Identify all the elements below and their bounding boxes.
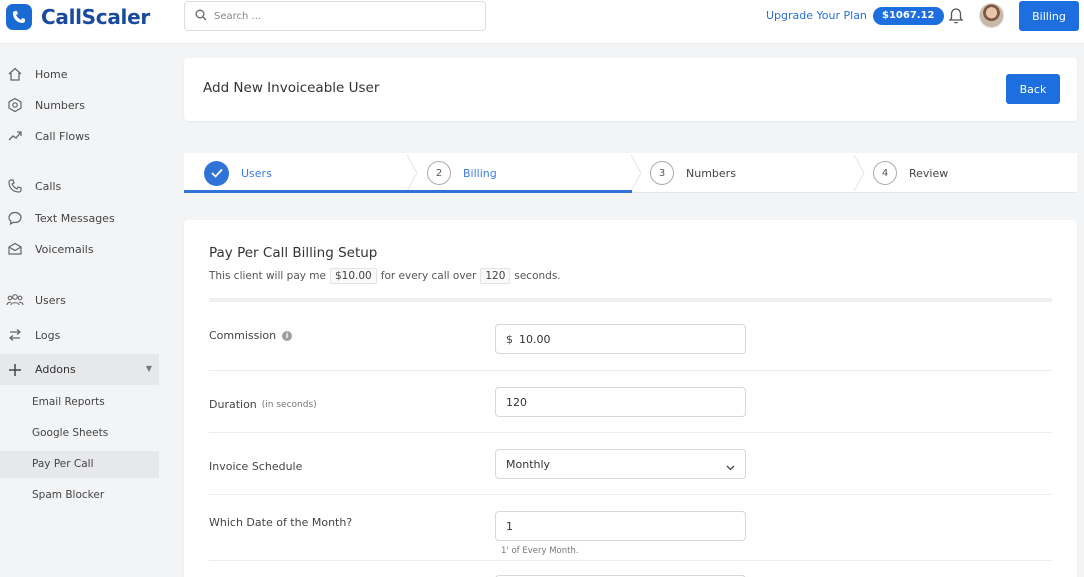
balance-badge[interactable]: $1067.12: [873, 7, 944, 25]
voicemail-icon: [6, 240, 24, 258]
form-title: Pay Per Call Billing Setup: [209, 245, 378, 261]
summary-text: This client will pay me: [209, 270, 326, 282]
step-number: 4: [873, 161, 897, 185]
upgrade-plan-link[interactable]: Upgrade Your Plan: [766, 9, 867, 22]
sidebar-item-voicemails[interactable]: Voicemails: [6, 237, 94, 261]
date-of-month-input[interactable]: 1: [495, 511, 746, 541]
caret-down-icon: ▼: [145, 364, 152, 373]
step-separator: [853, 155, 865, 191]
invoice-schedule-value: Monthly: [506, 457, 551, 471]
trend-icon: [6, 127, 24, 145]
step-progress-bar: [184, 190, 632, 193]
sidebar-item-label: Numbers: [35, 98, 85, 112]
date-of-month-label-text: Which Date of the Month?: [209, 516, 353, 529]
back-button[interactable]: Back: [1006, 74, 1060, 104]
sidebar-item-label: Logs: [35, 328, 61, 342]
brand-name: CallScaler: [41, 5, 150, 29]
sidebar-item-label: Addons: [35, 363, 76, 376]
step-numbers[interactable]: 3 Numbers: [650, 153, 736, 193]
sidebar-item-calls[interactable]: Calls: [6, 174, 61, 198]
users-icon: [6, 291, 24, 309]
sidebar-item-label: Call Flows: [35, 129, 90, 143]
step-separator: [406, 155, 418, 191]
step-users[interactable]: Users: [204, 153, 272, 193]
numbers-icon: [6, 96, 24, 114]
sidebar-item-label: Text Messages: [35, 211, 115, 225]
swap-icon: [6, 326, 24, 344]
invoice-schedule-select[interactable]: Monthly: [495, 449, 746, 479]
sidebar-subitem-spam-blocker[interactable]: Spam Blocker: [32, 489, 104, 501]
search-box[interactable]: [184, 1, 486, 31]
summary-amount-chip: $10.00: [330, 268, 377, 284]
sidebar-item-logs[interactable]: Logs: [6, 323, 60, 347]
sidebar-subitem-email-reports[interactable]: Email Reports: [32, 396, 105, 408]
currency-prefix: $: [506, 332, 513, 346]
sidebar-subitem-google-sheets[interactable]: Google Sheets: [32, 427, 108, 439]
summary-text: for every call over: [380, 270, 477, 282]
sidebar-item-label: Calls: [35, 179, 62, 193]
checkmark-icon: [204, 160, 229, 186]
divider: [209, 298, 1052, 302]
step-label: Billing: [463, 166, 497, 180]
sidebar-item-users[interactable]: Users: [6, 288, 66, 312]
page-header-card: Add New Invoiceable User Back: [184, 58, 1077, 121]
wizard-stepper: Users 2 Billing 3 Numbers 4 Review: [184, 153, 1077, 193]
duration-input[interactable]: 120: [495, 387, 746, 417]
step-label: Review: [909, 166, 949, 180]
step-separator: [630, 155, 642, 191]
billing-form-card: Pay Per Call Billing Setup This client w…: [184, 220, 1077, 577]
summary-text: seconds.: [514, 270, 561, 282]
phone-logo-icon: [6, 4, 32, 30]
billing-button[interactable]: Billing: [1019, 1, 1079, 31]
sidebar-item-numbers[interactable]: Numbers: [6, 93, 85, 117]
sidebar: Home Numbers Call Flows Calls Text Messa…: [0, 44, 168, 577]
top-bar: CallScaler Upgrade Your Plan $1067.12 Bi…: [0, 0, 1084, 44]
step-number: 2: [427, 161, 451, 185]
date-of-month-label: Which Date of the Month?: [209, 516, 352, 529]
home-icon: [6, 65, 24, 83]
info-icon[interactable]: i: [282, 330, 293, 341]
invoice-schedule-label: Invoice Schedule: [209, 460, 302, 473]
step-billing[interactable]: 2 Billing: [427, 153, 497, 193]
duration-label-text: Duration: [209, 398, 257, 411]
duration-label: Duration (in seconds): [209, 398, 317, 411]
date-of-month-hint: 1' of Every Month.: [501, 546, 579, 556]
summary-seconds-chip: 120: [480, 268, 511, 284]
sidebar-item-label: Users: [35, 293, 66, 307]
search-icon: [195, 9, 207, 24]
duration-sublabel: (in seconds): [261, 399, 317, 410]
commission-input[interactable]: $ 10.00: [495, 324, 746, 354]
sidebar-item-home[interactable]: Home: [6, 62, 67, 86]
divider: [209, 370, 1052, 371]
search-input[interactable]: [214, 10, 474, 22]
chevron-down-icon: [726, 461, 735, 474]
bell-icon[interactable]: [948, 7, 964, 28]
commission-label: Commission i: [209, 329, 293, 342]
commission-value: 10.00: [519, 332, 551, 346]
step-label: Numbers: [686, 166, 736, 180]
page-title: Add New Invoiceable User: [203, 80, 380, 96]
invoice-schedule-label-text: Invoice Schedule: [209, 460, 303, 473]
sidebar-item-addons[interactable]: Addons ▼: [0, 354, 159, 385]
sidebar-item-label: Home: [35, 67, 68, 81]
billing-summary: This client will pay me $10.00 for every…: [209, 268, 561, 284]
divider: [209, 494, 1052, 495]
duration-value: 120: [506, 395, 527, 409]
date-of-month-value: 1: [506, 519, 513, 533]
step-review[interactable]: 4 Review: [873, 153, 948, 193]
user-avatar[interactable]: [979, 3, 1004, 28]
divider: [209, 560, 1052, 561]
chat-icon: [6, 209, 24, 227]
sidebar-item-label: Voicemails: [35, 242, 94, 256]
sidebar-subitem-pay-per-call[interactable]: Pay Per Call: [32, 458, 94, 470]
step-label: Users: [241, 166, 272, 180]
brand-logo[interactable]: CallScaler: [6, 3, 150, 31]
sidebar-item-call-flows[interactable]: Call Flows: [6, 124, 90, 148]
phone-icon: [6, 177, 24, 195]
plus-icon: [6, 363, 24, 377]
divider: [209, 432, 1052, 433]
sidebar-item-text-messages[interactable]: Text Messages: [6, 206, 115, 230]
step-number: 3: [650, 161, 674, 185]
commission-label-text: Commission: [209, 329, 277, 342]
